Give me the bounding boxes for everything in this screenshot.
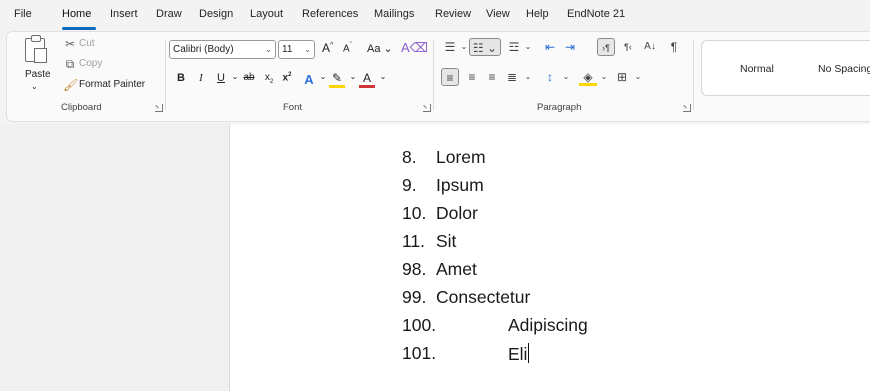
chevron-down-icon[interactable]: ⌄ [519,38,537,56]
align-left-icon[interactable]: ≡ [441,68,459,86]
active-tab-indicator [62,27,96,30]
style-no-spacing[interactable]: No Spacing [818,63,870,75]
list-item[interactable]: 98. Amet [402,259,477,280]
list-item[interactable]: 10. Dolor [402,203,478,224]
list-number: 8. [402,147,417,167]
list-text: Dolor [436,203,478,223]
chevron-down-icon[interactable]: ⌄ [375,72,391,81]
tab-view[interactable]: View [486,8,510,20]
paste-options-chevron-icon[interactable]: ⌄ [31,82,38,91]
paragraph-group-label: Paragraph [537,102,582,113]
font-group-label: Font [283,102,303,113]
rtl-icon[interactable]: ¶‹ [619,38,637,56]
highlight-color-icon[interactable]: ✎ [329,72,345,88]
scissors-icon: ✂ [64,37,76,51]
change-case-icon[interactable]: Aa ⌄ [367,42,393,55]
cut-button[interactable]: Cut [79,38,95,49]
list-text: Adipiscing [508,315,588,335]
strikethrough-icon[interactable]: ab [241,72,257,83]
clipboard-group-label: Clipboard [61,102,102,113]
list-item[interactable]: 100. Adipiscing [402,315,588,336]
font-launcher-icon[interactable] [423,104,431,112]
list-text: Eli [508,344,528,364]
tab-design[interactable]: Design [199,8,233,20]
tab-endnote[interactable]: EndNote 21 [567,8,625,20]
paragraph-launcher-icon[interactable] [683,104,691,112]
font-color-icon[interactable]: A [359,72,375,88]
list-text: Ipsum [436,175,484,195]
clear-formatting-icon[interactable]: A⌫ [401,40,428,56]
menu-bar: File Home Insert Draw Design Layout Refe… [0,0,870,30]
list-item[interactable]: 8. Lorem [402,147,486,168]
style-normal[interactable]: Normal [740,63,774,75]
tab-insert[interactable]: Insert [110,8,138,20]
copy-button[interactable]: Copy [79,58,102,69]
format-painter-button[interactable]: Format Painter [79,79,145,90]
list-number: 100. [402,315,437,335]
align-center-icon[interactable]: ≡ [463,68,481,86]
list-item[interactable]: 101. Eli [402,343,530,364]
numbering-icon[interactable]: ☷ ⌄ [469,38,501,56]
list-number: 98. [402,259,427,279]
text-cursor [528,343,530,363]
list-number: 9. [402,175,417,195]
paste-button[interactable]: Paste [25,69,51,80]
clipboard-launcher-icon[interactable] [155,104,163,112]
group-divider [165,40,166,110]
grow-font-icon[interactable]: A^ [322,41,333,55]
font-family-value: Calibri (Body) [173,44,234,55]
chevron-down-icon[interactable]: ⌄ [557,68,575,86]
ltr-icon[interactable]: ›¶ [597,38,615,56]
chevron-down-icon: ⌄ [304,45,311,54]
list-item[interactable]: 11. Sit [402,231,456,252]
tab-layout[interactable]: Layout [250,8,283,20]
shrink-font-icon[interactable]: Aˇ [343,42,352,54]
list-text: Lorem [436,147,486,167]
paste-icon[interactable] [25,35,47,63]
list-item[interactable]: 9. Ipsum [402,175,484,196]
tab-references[interactable]: References [302,8,358,20]
italic-icon[interactable]: I [193,72,209,84]
tab-help[interactable]: Help [526,8,549,20]
increase-indent-icon[interactable]: ⇥ [561,38,579,56]
subscript-icon[interactable]: x2 [261,72,277,85]
sort-icon[interactable]: A↓ [641,38,659,56]
font-family-select[interactable]: Calibri (Body) ⌄ [169,40,276,59]
align-right-icon[interactable]: ≡ [483,68,501,86]
chevron-down-icon: ⌄ [265,45,272,54]
format-painter-icon: 🖌 [63,78,79,92]
tab-file[interactable]: File [14,8,32,20]
document-page[interactable]: 8. Lorem 9. Ipsum 10. Dolor 11. Sit 98. … [229,124,870,391]
superscript-icon[interactable]: x2 [279,72,295,83]
tab-home[interactable]: Home [62,8,91,20]
list-number: 10. [402,203,427,223]
styles-gallery: Normal No Spacing [701,40,870,96]
bold-icon[interactable]: B [173,72,189,84]
font-size-select[interactable]: 11 ⌄ [278,40,315,59]
list-text: Amet [436,259,477,279]
list-text: Sit [436,231,457,251]
chevron-down-icon[interactable]: ⌄ [519,68,537,86]
list-number: 11. [402,231,426,251]
tab-review[interactable]: Review [435,8,471,20]
chevron-down-icon[interactable]: ⌄ [629,68,647,86]
chevron-down-icon[interactable]: ⌄ [595,68,613,86]
list-number: 99. [402,287,427,307]
list-number: 101. [402,343,437,363]
group-divider [693,40,694,110]
group-divider [433,40,434,110]
decrease-indent-icon[interactable]: ⇤ [541,38,559,56]
font-size-value: 11 [282,44,293,55]
pilcrow-icon[interactable]: ¶ [665,38,683,56]
ribbon: Paste ⌄ ✂ Cut ⧉ Copy 🖌 Format Painter Cl… [6,31,870,122]
copy-icon: ⧉ [65,57,75,71]
list-text: Consectetur [436,287,531,307]
list-item[interactable]: 99. Consectetur [402,287,530,308]
tab-draw[interactable]: Draw [156,8,182,20]
tab-mailings[interactable]: Mailings [374,8,414,20]
